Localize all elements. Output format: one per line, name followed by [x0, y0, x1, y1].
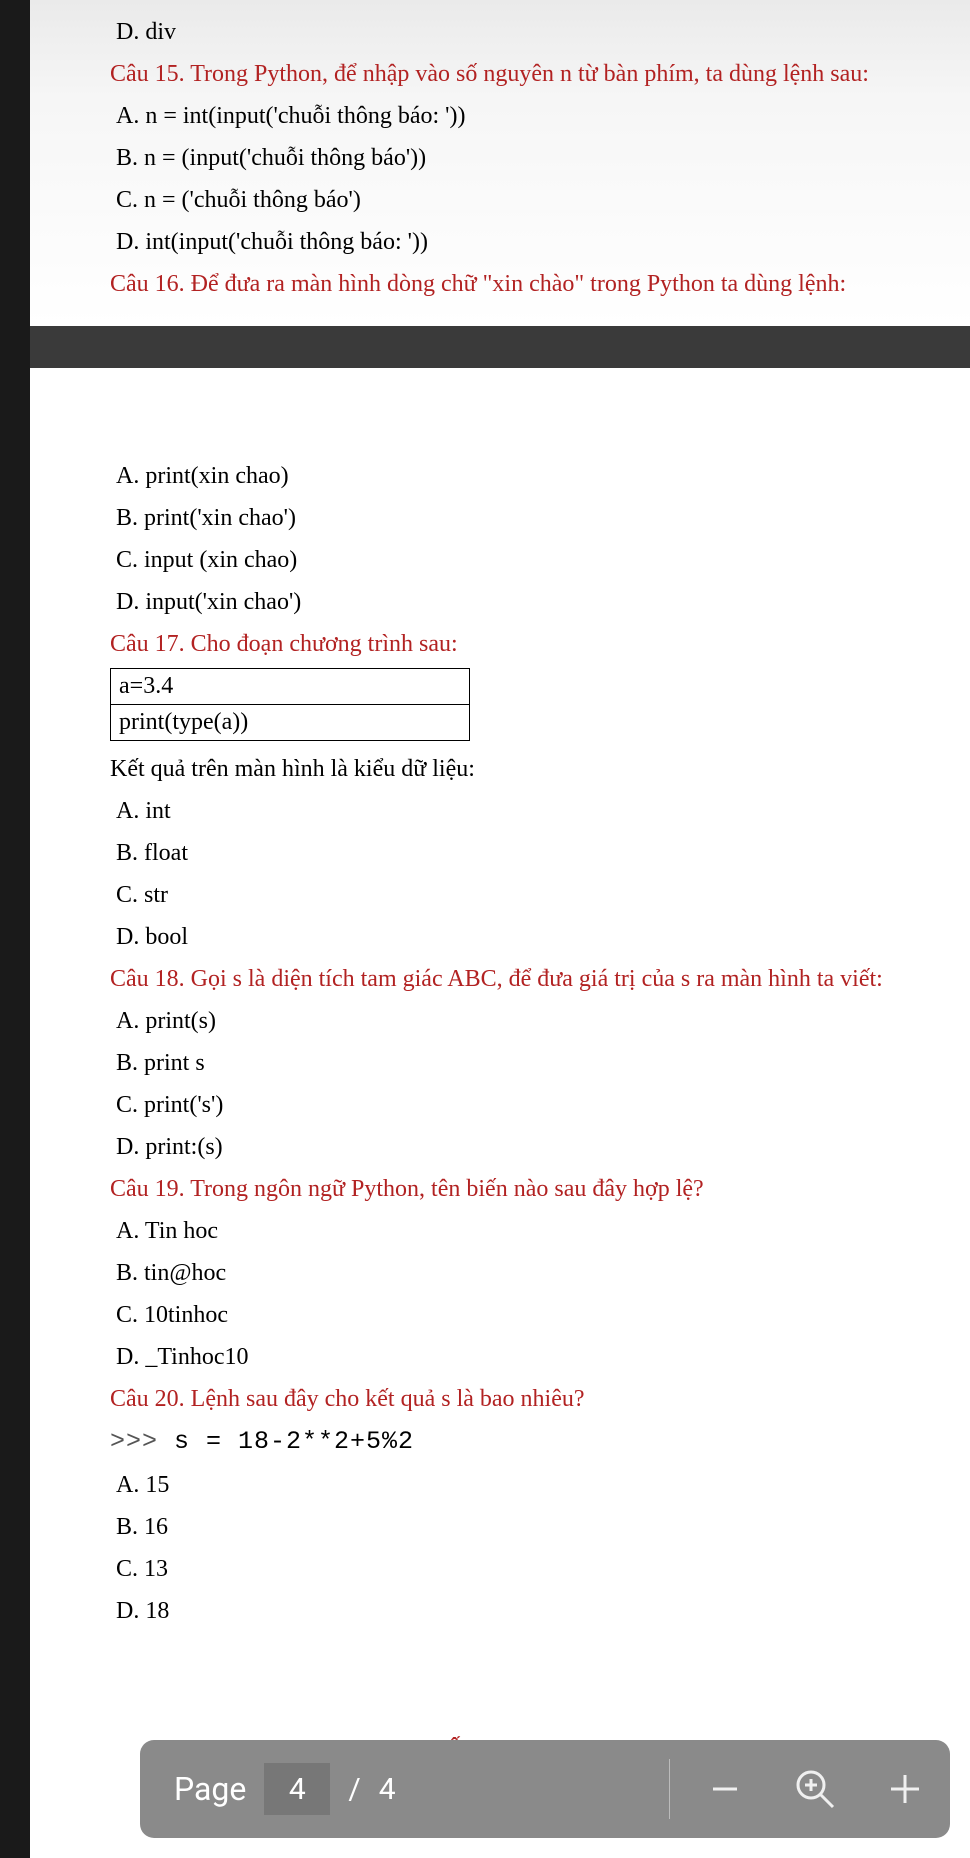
q18-option-a: A. print(s): [110, 1003, 890, 1039]
pdf-toolbar: Page 4 / 4: [140, 1740, 950, 1838]
document-viewer: D. div Câu 15. Trong Python, để nhập vào…: [30, 0, 970, 1858]
option-d-prev: D. div: [110, 14, 890, 50]
q15-option-b: B. n = (input('chuỗi thông báo')): [110, 140, 890, 176]
page-total: 4: [379, 1772, 396, 1807]
q17-post-text: Kết quả trên màn hình là kiểu dữ liệu:: [110, 751, 890, 787]
page-separator: /: [348, 1772, 360, 1807]
question-18: Câu 18. Gọi s là diện tích tam giác ABC,…: [110, 961, 890, 997]
q17-option-d: D. bool: [110, 919, 890, 955]
toolbar-divider: [669, 1759, 670, 1819]
q19-option-b: B. tin@hoc: [110, 1255, 890, 1291]
q15-option-a: A. n = int(input('chuỗi thông báo: ')): [110, 98, 890, 134]
zoom-in-button[interactable]: [770, 1740, 860, 1838]
magnify-plus-icon: [793, 1767, 837, 1811]
zoom-out-button[interactable]: [680, 1740, 770, 1838]
q16-option-a: A. print(xin chao): [110, 458, 890, 494]
question-17: Câu 17. Cho đoạn chương trình sau:: [110, 626, 890, 662]
q15-option-d: D. int(input('chuỗi thông báo: ')): [110, 224, 890, 260]
code-line-2: print(type(a)): [111, 704, 469, 740]
q15-option-c: C. n = ('chuỗi thông báo'): [110, 182, 890, 218]
question-16: Câu 16. Để đưa ra màn hình dòng chữ "xin…: [110, 266, 890, 302]
code-box: a=3.4 print(type(a)): [110, 668, 470, 741]
question-19: Câu 19. Trong ngôn ngữ Python, tên biến …: [110, 1171, 890, 1207]
q20-option-a: A. 15: [110, 1467, 890, 1503]
page-number-input[interactable]: 4: [264, 1763, 330, 1815]
q18-option-b: B. print s: [110, 1045, 890, 1081]
q18-option-d: D. print:(s): [110, 1129, 890, 1165]
plus-icon: [885, 1769, 925, 1809]
repl-prompt: >>>: [110, 1427, 174, 1456]
q16-option-c: C. input (xin chao): [110, 542, 890, 578]
pdf-page-4: A. print(xin chao) B. print('xin chao') …: [30, 368, 970, 1858]
add-button[interactable]: [860, 1740, 950, 1838]
q20-code-expr: s = 18-2**2+5%2: [174, 1427, 414, 1456]
q19-option-d: D. _Tinhoc10: [110, 1339, 890, 1375]
q19-option-a: A. Tin hoc: [110, 1213, 890, 1249]
code-line-1: a=3.4: [111, 669, 469, 704]
q16-option-b: B. print('xin chao'): [110, 500, 890, 536]
q16-option-d: D. input('xin chao'): [110, 584, 890, 620]
minus-icon: [707, 1771, 743, 1807]
page-gap: [30, 326, 970, 368]
page-label: Page: [174, 1770, 246, 1808]
q20-option-b: B. 16: [110, 1509, 890, 1545]
q17-option-c: C. str: [110, 877, 890, 913]
question-15: Câu 15. Trong Python, để nhập vào số ngu…: [110, 56, 890, 92]
q17-option-b: B. float: [110, 835, 890, 871]
q20-option-d: D. 18: [110, 1593, 890, 1629]
pdf-page-3-bottom: D. div Câu 15. Trong Python, để nhập vào…: [30, 0, 970, 326]
question-20: Câu 20. Lệnh sau đây cho kết quả s là ba…: [110, 1381, 890, 1417]
q20-option-c: C. 13: [110, 1551, 890, 1587]
q20-code: >>> s = 18-2**2+5%2: [110, 1423, 890, 1461]
q17-option-a: A. int: [110, 793, 890, 829]
q19-option-c: C. 10tinhoc: [110, 1297, 890, 1333]
q18-option-c: C. print('s'): [110, 1087, 890, 1123]
